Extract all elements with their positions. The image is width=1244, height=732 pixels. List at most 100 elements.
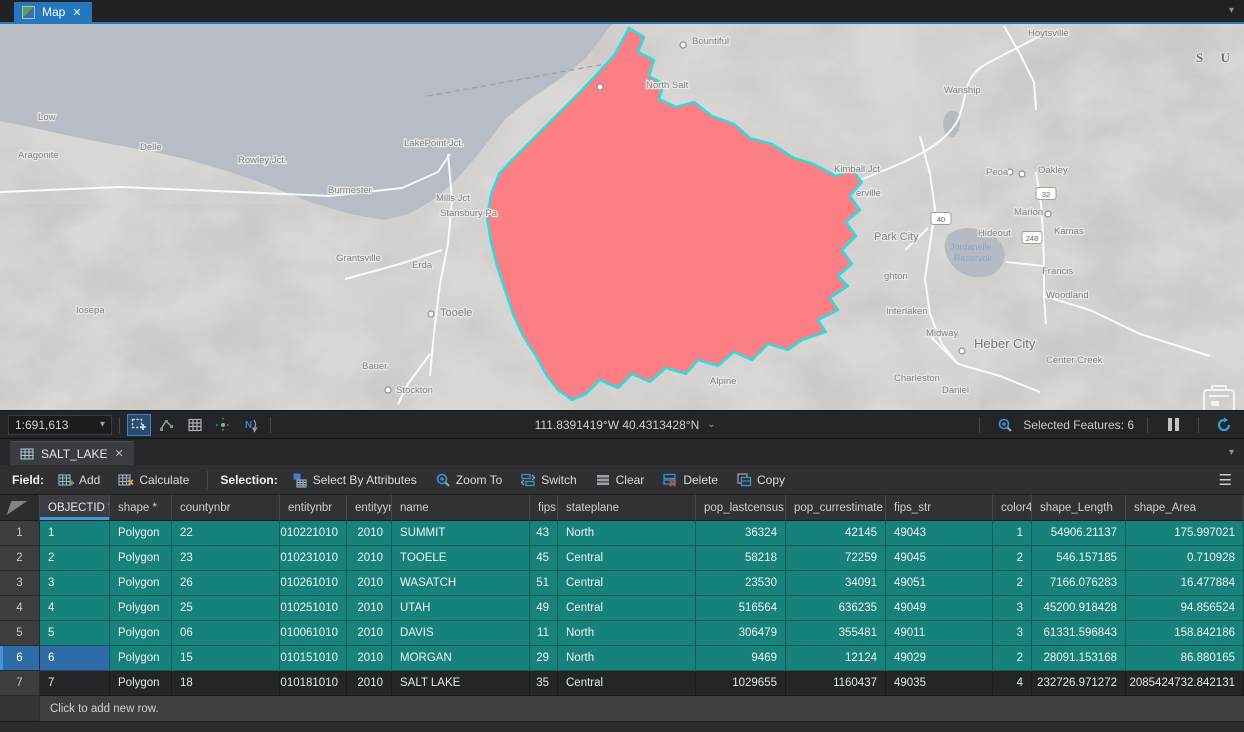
table-cell[interactable]: 2 — [993, 646, 1032, 671]
table-cell[interactable]: 7 — [40, 671, 110, 696]
column-header-shape-length[interactable]: shape_Length — [1032, 495, 1126, 521]
close-icon[interactable]: ✕ — [114, 447, 123, 460]
table-cell[interactable]: 61331.596843 — [1032, 621, 1126, 646]
calculate-field-button[interactable]: Calculate — [112, 469, 195, 491]
table-cell[interactable]: 3 — [40, 571, 110, 596]
table-cell[interactable]: MORGAN — [392, 646, 530, 671]
table-cell[interactable]: 2010 — [347, 671, 392, 696]
column-header-shape-[interactable]: shape * — [110, 495, 172, 521]
column-header-fips-str[interactable]: fips_str — [886, 495, 993, 521]
table-cell[interactable]: 9469 — [696, 646, 786, 671]
table-cell[interactable]: SALT LAKE — [392, 671, 530, 696]
table-cell[interactable]: 49051 — [886, 571, 993, 596]
table-cell[interactable]: Central — [558, 671, 696, 696]
clear-selection-button[interactable]: Clear — [589, 469, 651, 491]
table-cell[interactable]: 2 — [993, 546, 1032, 571]
row-number-1[interactable]: 1 — [0, 521, 40, 546]
table-cell[interactable]: 2010221010 — [280, 521, 347, 546]
map-canvas[interactable]: 4024832 BountifulNorth SaltHoytsvilleWan… — [0, 24, 1244, 410]
table-cell[interactable]: 23 — [172, 546, 280, 571]
table-cell[interactable]: 158.842186 — [1126, 621, 1244, 646]
table-cell[interactable]: 2010261010 — [280, 571, 347, 596]
column-header-shape-area[interactable]: shape_Area — [1126, 495, 1244, 521]
table-cell[interactable]: 06 — [172, 621, 280, 646]
row-number-4[interactable]: 4 — [0, 596, 40, 621]
table-cell[interactable]: 36324 — [696, 521, 786, 546]
column-header-entityyr[interactable]: entityyr — [347, 495, 392, 521]
table-cell[interactable]: 26 — [172, 571, 280, 596]
table-cell[interactable]: Polygon — [110, 621, 172, 646]
column-header-objectid-[interactable]: OBJECTID * — [40, 495, 110, 521]
table-cell[interactable]: 49049 — [886, 596, 993, 621]
table-cell[interactable]: 636235 — [786, 596, 886, 621]
column-header-stateplane[interactable]: stateplane — [558, 495, 696, 521]
map-scale-combobox[interactable]: 1:691,613 ▾ — [8, 415, 112, 435]
table-cell[interactable]: 1 — [40, 521, 110, 546]
table-cell[interactable]: 1 — [993, 521, 1032, 546]
row-number-2[interactable]: 2 — [0, 546, 40, 571]
delete-button[interactable]: Delete — [656, 469, 724, 491]
table-cell[interactable]: 49035 — [886, 671, 993, 696]
table-cell[interactable]: 58218 — [696, 546, 786, 571]
table-cell[interactable]: UTAH — [392, 596, 530, 621]
column-header-name[interactable]: name — [392, 495, 530, 521]
add-new-row[interactable]: Click to add new row. — [0, 696, 1244, 721]
table-cell[interactable]: Central — [558, 596, 696, 621]
map-viewport[interactable]: 4024832 BountifulNorth SaltHoytsvilleWan… — [0, 24, 1244, 410]
table-cell[interactable]: 2010 — [347, 521, 392, 546]
table-cell[interactable]: 306479 — [696, 621, 786, 646]
table-cell[interactable]: 5 — [40, 621, 110, 646]
table-cell[interactable]: 34091 — [786, 571, 886, 596]
table-cell[interactable]: 45 — [530, 546, 558, 571]
add-row-label[interactable]: Click to add new row. — [40, 696, 169, 721]
table-cell[interactable]: 22 — [172, 521, 280, 546]
table-cell[interactable]: 2010061010 — [280, 621, 347, 646]
table-cell[interactable]: 3 — [993, 621, 1032, 646]
table-cell[interactable]: 2010151010 — [280, 646, 347, 671]
table-cell[interactable]: Polygon — [110, 596, 172, 621]
table-cell[interactable]: 49 — [530, 596, 558, 621]
chevron-down-icon[interactable]: ▾ — [1229, 5, 1234, 16]
column-header-countynbr[interactable]: countynbr — [172, 495, 280, 521]
table-cell[interactable]: 232726.971272 — [1032, 671, 1126, 696]
north-arrow-icon[interactable]: N — [239, 414, 263, 436]
select-by-attributes-button[interactable]: Select By Attributes — [286, 469, 423, 491]
table-cell[interactable]: 2010 — [347, 596, 392, 621]
table-cell[interactable]: 29 — [530, 646, 558, 671]
table-cell[interactable]: DAVIS — [392, 621, 530, 646]
chevron-down-icon[interactable]: ▾ — [1229, 447, 1234, 458]
refresh-icon[interactable] — [1212, 414, 1236, 436]
table-cell[interactable]: 35 — [530, 671, 558, 696]
table-cell[interactable]: 4 — [40, 596, 110, 621]
snapping-icon[interactable] — [211, 414, 235, 436]
table-cell[interactable]: 2010 — [347, 646, 392, 671]
table-cell[interactable]: 2010 — [347, 546, 392, 571]
table-cell[interactable]: SUMMIT — [392, 521, 530, 546]
table-cell[interactable]: 94.856524 — [1126, 596, 1244, 621]
table-cell[interactable]: TOOELE — [392, 546, 530, 571]
table-cell[interactable]: 25 — [172, 596, 280, 621]
table-cell[interactable]: 2010181010 — [280, 671, 347, 696]
tab-salt-lake[interactable]: SALT_LAKE ✕ — [10, 441, 134, 465]
table-cell[interactable]: Central — [558, 571, 696, 596]
table-cell[interactable]: 2010251010 — [280, 596, 347, 621]
copy-button[interactable]: Copy — [730, 469, 791, 491]
table-cell[interactable]: 51 — [530, 571, 558, 596]
table-cell[interactable]: 1160437 — [786, 671, 886, 696]
table-cell[interactable]: 355481 — [786, 621, 886, 646]
table-cell[interactable]: North — [558, 646, 696, 671]
table-cell[interactable]: 18 — [172, 671, 280, 696]
table-cell[interactable]: 15 — [172, 646, 280, 671]
table-cell[interactable]: 12124 — [786, 646, 886, 671]
column-header-pop-currestimate[interactable]: pop_currestimate — [786, 495, 886, 521]
table-cell[interactable]: 7166.076283 — [1032, 571, 1126, 596]
table-cell[interactable]: 2 — [40, 546, 110, 571]
table-cell[interactable]: 72259 — [786, 546, 886, 571]
column-header-pop-lastcensus[interactable]: pop_lastcensus — [696, 495, 786, 521]
table-cell[interactable]: Central — [558, 546, 696, 571]
column-header-color4[interactable]: color4 — [993, 495, 1032, 521]
table-cell[interactable]: WASATCH — [392, 571, 530, 596]
table-cell[interactable]: 3 — [993, 596, 1032, 621]
table-cell[interactable]: 0.710928 — [1126, 546, 1244, 571]
table-cell[interactable]: 516564 — [696, 596, 786, 621]
